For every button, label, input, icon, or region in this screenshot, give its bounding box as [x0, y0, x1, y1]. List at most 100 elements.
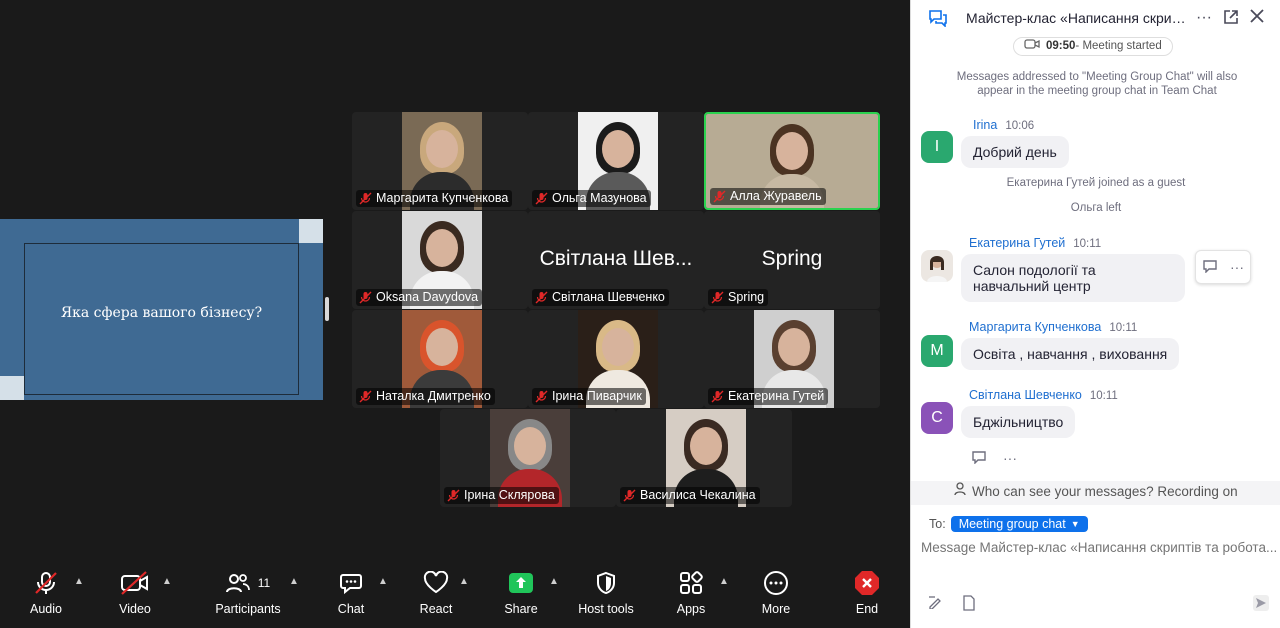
participant-tile[interactable]: Світлана Шев... Світлана Шевченко	[528, 211, 704, 309]
system-message: Ольга left	[1070, 202, 1122, 214]
participant-tile[interactable]: Алла Журавель	[704, 112, 880, 210]
shared-slide[interactable]: Яка сфера вашого бізнесу?	[0, 219, 323, 400]
mic-muted-icon	[359, 192, 372, 205]
mic-muted-icon	[359, 291, 372, 304]
split-resize-handle[interactable]	[325, 297, 329, 321]
meeting-started-time: 09:50	[1046, 40, 1076, 52]
participant-tile[interactable]: Ірина Пиварчик	[528, 310, 704, 408]
mic-muted-icon	[711, 390, 724, 403]
chevron-down-icon: ▼	[1070, 519, 1080, 529]
recipient-value: Meeting group chat	[958, 517, 1066, 531]
format-icon[interactable]	[928, 595, 942, 613]
mic-muted-icon	[711, 291, 724, 304]
participant-tile[interactable]: Spring Spring	[704, 211, 880, 309]
reply-icon[interactable]	[971, 450, 987, 467]
apps-options-caret[interactable]: ▲	[719, 576, 729, 587]
participant-tile[interactable]: Наталка Дмитренко	[352, 310, 528, 408]
message-sender: Екатерина Гутей 10:11	[969, 236, 1102, 250]
host-tools-button[interactable]: Host tools	[574, 568, 638, 626]
mic-muted-icon	[447, 489, 460, 502]
end-meeting-button[interactable]: End	[846, 568, 888, 626]
slide-title: Яка сфера вашого бізнесу?	[60, 305, 263, 321]
participant-name-label: Ірина Склярова	[444, 487, 559, 504]
chat-options-caret[interactable]: ▲	[378, 576, 388, 587]
participants-label: Participants	[215, 602, 281, 616]
participant-face	[514, 427, 546, 465]
participant-face	[690, 427, 722, 465]
chat-bubbles-icon	[928, 9, 947, 28]
participants-icon-wrap: 11	[210, 568, 286, 598]
audio-options-caret[interactable]: ▲	[74, 576, 84, 587]
message-sender: Маргарита Купченкова 10:11	[969, 320, 1138, 334]
chat-button[interactable]: Chat	[330, 568, 372, 626]
participants-button[interactable]: 11 Participants	[210, 568, 286, 626]
participant-display-name: Світлана Шев...	[539, 247, 693, 270]
recipient-select[interactable]: Meeting group chat ▼	[950, 516, 1088, 532]
participant-tile[interactable]: Ірина Склярова	[440, 409, 616, 507]
react-button[interactable]: React	[414, 568, 458, 626]
who-can-see-bar[interactable]: Who can see your messages? Recording on	[911, 481, 1280, 505]
file-icon[interactable]	[962, 595, 976, 615]
meeting-started-pill: 09:50 - Meeting started	[1013, 37, 1173, 56]
react-label: React	[419, 602, 453, 616]
avatar: M	[921, 335, 953, 367]
close-icon[interactable]	[1248, 9, 1266, 27]
participant-name: Ірина Пиварчик	[552, 389, 642, 403]
participant-name-label: Oksana Davydova	[356, 289, 483, 306]
avatar	[921, 250, 953, 282]
zoom-meeting-window: { "slide": { "text": "Яка сфера вашого б…	[0, 0, 1280, 628]
participants-icon	[225, 574, 250, 593]
avatar: I	[921, 131, 953, 163]
who-can-see-text: Who can see your messages? Recording on	[972, 484, 1238, 499]
group-chat-notice: Messages addressed to "Meeting Group Cha…	[956, 71, 1238, 97]
message-sender: Світлана Шевченко 10:11	[969, 388, 1118, 402]
participant-name-label: Василиса Чекалина	[620, 487, 760, 504]
system-message: Екатерина Гутей joined as a guest	[1006, 177, 1186, 189]
participant-face	[426, 130, 458, 168]
video-button[interactable]: Video	[106, 568, 164, 626]
react-options-caret[interactable]: ▲	[459, 576, 469, 587]
participant-tile[interactable]: Василиса Чекалина	[616, 409, 792, 507]
participant-name-label: Наталка Дмитренко	[356, 388, 495, 405]
video-options-caret[interactable]: ▲	[162, 576, 172, 587]
meeting-started-text: - Meeting started	[1075, 40, 1162, 52]
more-options-icon[interactable]: ···	[1003, 450, 1017, 467]
participant-name-label: Алла Журавель	[710, 188, 826, 205]
reply-icon[interactable]	[1202, 259, 1218, 276]
mic-muted-icon	[18, 568, 74, 598]
message-input[interactable]	[921, 540, 1277, 555]
participant-name-label: Ірина Пиварчик	[532, 388, 646, 405]
to-label: To:	[929, 517, 946, 531]
participant-tile[interactable]: Екатерина Гутей	[704, 310, 880, 408]
participant-name: Екатерина Гутей	[728, 389, 825, 403]
participant-tile[interactable]: Маргарита Купченкова	[352, 112, 528, 210]
message-hover-actions: ···	[1195, 250, 1251, 284]
message-time: 10:11	[1089, 390, 1118, 402]
mic-muted-icon	[359, 390, 372, 403]
message-bubble: Салон подології та навчальний центр	[961, 254, 1185, 302]
share-options-caret[interactable]: ▲	[549, 576, 559, 587]
mic-muted-icon	[713, 190, 726, 203]
meeting-toolbar: Audio ▲ Video ▲ 11 Participants ▲ Chat ▲	[0, 560, 910, 628]
participant-tile[interactable]: Ольга Мазунова	[528, 112, 704, 210]
participant-name-label: Ольга Мазунова	[532, 190, 651, 207]
person-lock-icon	[954, 482, 972, 499]
send-icon[interactable]	[1253, 595, 1269, 615]
participant-face	[776, 132, 808, 170]
pop-out-icon[interactable]	[1222, 9, 1240, 27]
participant-tile[interactable]: Oksana Davydova	[352, 211, 528, 309]
participant-name-label: Маргарита Купченкова	[356, 190, 513, 207]
participant-display-name: Spring	[761, 247, 823, 270]
participant-face	[778, 328, 810, 366]
share-button[interactable]: Share	[500, 568, 542, 626]
participants-options-caret[interactable]: ▲	[289, 576, 299, 587]
apps-icon	[670, 568, 712, 598]
host-tools-label: Host tools	[578, 602, 634, 616]
more-options-icon[interactable]: ···	[1230, 259, 1244, 275]
meeting-stage: Яка сфера вашого бізнесу? Маргарита Купч…	[0, 0, 910, 560]
apps-button[interactable]: Apps	[670, 568, 712, 626]
audio-button[interactable]: Audio	[18, 568, 74, 626]
more-options-icon[interactable]: ···	[1195, 9, 1213, 27]
chat-label: Chat	[337, 602, 365, 616]
more-button[interactable]: More	[754, 568, 798, 626]
